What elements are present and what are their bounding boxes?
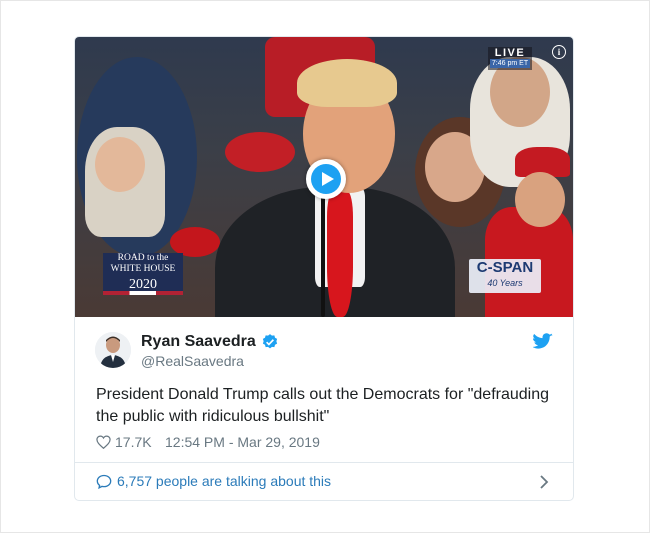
display-name[interactable]: Ryan Saavedra [141,333,256,351]
info-icon[interactable]: i [552,45,566,59]
handle[interactable]: @RealSaavedra [141,353,244,369]
cspan-logo: C-SPAN 40 Years [469,259,541,293]
flag-stripe [103,291,183,295]
microphone [321,197,325,317]
verified-icon [262,334,278,349]
like-count[interactable]: 17.7K [115,434,152,450]
comment-icon [96,474,112,489]
tweet-text: President Donald Trump calls out the Dem… [96,386,550,425]
avatar[interactable] [95,332,131,368]
play-icon[interactable] [311,164,341,194]
talking-link[interactable]: 6,757 people are talking about this [117,473,331,489]
talking-row[interactable]: 6,757 people are talking about this [75,463,573,500]
crowd-figure [95,137,145,192]
speaker-tie [327,192,353,317]
play-button[interactable] [306,159,346,199]
twitter-bird-icon[interactable] [533,333,553,350]
heart-icon[interactable] [96,435,111,449]
tweet-card[interactable]: LIVE 7:46 pm ET i ROAD to the WHITE HOUS… [74,36,574,501]
live-badge: LIVE 7:46 pm ET [488,47,532,70]
timestamp[interactable]: 12:54 PM - Mar 29, 2019 [165,434,320,450]
crowd-figure [515,172,565,227]
chevron-right-icon[interactable] [539,475,549,489]
video-player[interactable]: LIVE 7:46 pm ET i ROAD to the WHITE HOUS… [75,37,573,317]
tweet-header: Ryan Saavedra @RealSaavedra [95,332,555,372]
live-label: LIVE [494,47,526,59]
live-time: 7:46 pm ET [490,59,530,68]
crowd-figure [225,132,295,172]
road-to-white-house-logo: ROAD to the WHITE HOUSE 2020 [103,253,183,295]
speaker-hair [297,59,397,107]
